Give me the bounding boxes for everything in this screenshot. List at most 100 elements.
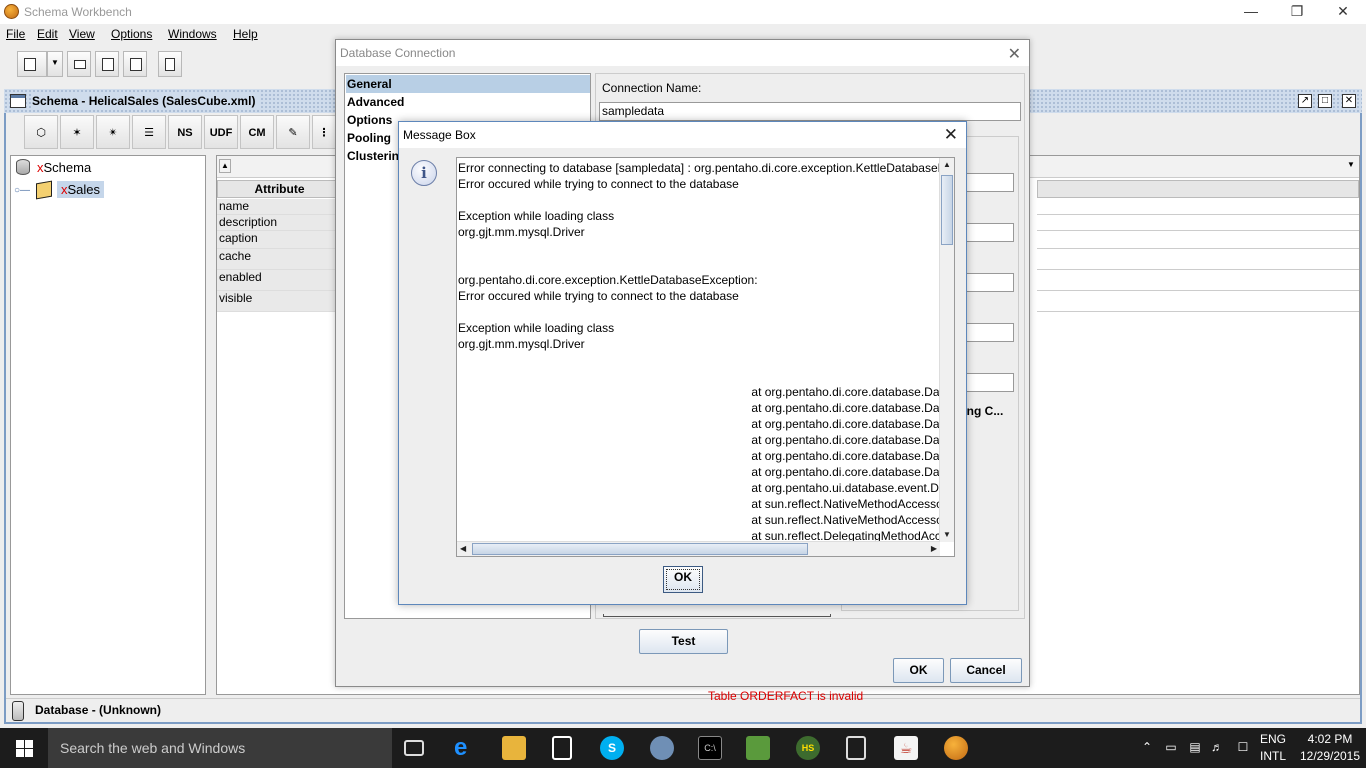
scroll-right-arrow-icon[interactable]: ▶ — [931, 544, 937, 554]
database-dialog-close-icon[interactable]: ✕ — [1008, 44, 1021, 64]
menu-view[interactable]: View — [69, 27, 95, 41]
app-title: Schema Workbench — [24, 5, 132, 19]
hs-app-icon[interactable]: HS — [796, 736, 820, 760]
message-box-close-icon[interactable]: ✕ — [944, 125, 958, 145]
add-hierarchy-button[interactable]: ☰ — [132, 115, 166, 149]
message-line: Error occured while trying to connect to… — [458, 289, 739, 303]
task-view-icon[interactable] — [404, 740, 424, 756]
attribute-row-caption[interactable]: caption — [217, 231, 342, 249]
input-language[interactable]: ENG — [1260, 732, 1286, 746]
taskbar-search-box[interactable]: Search the web and Windows — [48, 728, 392, 768]
horizontal-scrollbar[interactable]: ◀ ▶ — [457, 541, 940, 556]
message-line: org.gjt.mm.mysql.Driver — [458, 337, 585, 351]
message-line: Error occured while trying to connect to… — [458, 177, 739, 191]
dialog-cancel-button[interactable]: Cancel — [950, 658, 1022, 683]
nav-advanced[interactable]: Advanced — [346, 93, 590, 111]
add-cube-button[interactable]: ⬡ — [24, 115, 58, 149]
network-app-icon[interactable] — [650, 736, 674, 760]
vertical-scrollbar[interactable]: ▲ ▼ — [939, 158, 954, 542]
message-line: at org.pentaho.di.core.database.Database… — [751, 385, 940, 399]
panel-scroll-up-icon[interactable]: ▲ — [219, 159, 231, 173]
panel-dropdown-icon[interactable]: ▼ — [1345, 159, 1357, 173]
edge-browser-icon[interactable]: e — [454, 736, 478, 760]
network-icon[interactable]: ▤ — [1188, 740, 1202, 754]
minimize-button[interactable]: — — [1228, 2, 1274, 22]
scroll-down-arrow-icon[interactable]: ▼ — [943, 530, 951, 540]
command-prompt-icon[interactable]: C:\ — [698, 736, 722, 760]
volume-icon[interactable]: ♬ — [1210, 740, 1224, 754]
message-ok-button[interactable]: OK — [663, 566, 703, 593]
message-text-area[interactable]: Error connecting to database [sampledata… — [456, 157, 955, 557]
file-explorer-icon[interactable] — [502, 736, 526, 760]
show-hidden-icons-icon[interactable]: ⌃ — [1140, 740, 1154, 754]
menu-edit[interactable]: Edit — [37, 27, 58, 41]
tree-expander-icon[interactable]: ○— — [14, 185, 30, 196]
schema-workbench-taskbar-icon[interactable] — [944, 736, 968, 760]
attribute-row-visible[interactable]: visible — [217, 291, 342, 312]
horizontal-scroll-thumb[interactable] — [472, 543, 808, 555]
value-row[interactable] — [1037, 291, 1359, 312]
clock-date[interactable]: 12/29/2015 — [1298, 749, 1362, 763]
nav-general[interactable]: General — [346, 75, 590, 93]
value-column-header — [1037, 180, 1359, 198]
add-udf-button[interactable]: UDF — [204, 115, 238, 149]
schema-frame-title: Schema - HelicalSales (SalesCube.xml) — [32, 94, 260, 108]
add-measure-button[interactable]: ✎ — [276, 115, 310, 149]
attribute-row-cache[interactable]: cache — [217, 249, 342, 270]
attribute-row-name[interactable]: name — [217, 199, 342, 215]
value-row[interactable] — [1037, 270, 1359, 291]
scroll-left-arrow-icon[interactable]: ◀ — [460, 544, 466, 554]
close-button[interactable]: ✕ — [1320, 2, 1366, 22]
value-row[interactable] — [1037, 215, 1359, 231]
message-line — [458, 192, 940, 208]
tree-node-sales[interactable]: xSales — [57, 181, 105, 198]
attribute-column-header: Attribute — [217, 180, 342, 198]
add-dimension-usage-button[interactable]: ✴ — [96, 115, 130, 149]
message-box-title-bar: Message Box ✕ — [399, 122, 966, 148]
start-button[interactable] — [0, 728, 48, 768]
menu-file[interactable]: File — [6, 27, 25, 41]
validation-error-text: Table ORDERFACT is invalid — [708, 689, 864, 703]
scroll-up-arrow-icon[interactable]: ▲ — [943, 160, 951, 170]
restore-button[interactable]: ❐ — [1274, 2, 1320, 22]
menu-help[interactable]: Help — [233, 27, 258, 41]
message-line — [458, 304, 940, 320]
attribute-row-enabled[interactable]: enabled — [217, 270, 342, 291]
frame-iconify-button[interactable]: ↗ — [1298, 94, 1312, 108]
open-folder-button[interactable] — [67, 51, 91, 77]
more-tools-button[interactable]: ⋮ — [312, 115, 336, 149]
spreadsheet-icon[interactable] — [746, 736, 770, 760]
menu-options[interactable]: Options — [111, 27, 152, 41]
frame-close-button[interactable]: ✕ — [1342, 94, 1356, 108]
value-row[interactable] — [1037, 199, 1359, 215]
save-button[interactable] — [95, 51, 119, 77]
value-row[interactable] — [1037, 231, 1359, 249]
value-row[interactable] — [1037, 249, 1359, 270]
test-button[interactable]: Test — [639, 629, 728, 654]
clock-time[interactable]: 4:02 PM — [1298, 732, 1362, 746]
input-layout[interactable]: INTL — [1260, 749, 1286, 763]
message-line — [458, 256, 940, 272]
preferences-button[interactable] — [158, 51, 182, 77]
frame-maximize-button[interactable]: □ — [1318, 94, 1332, 108]
store-icon[interactable] — [552, 736, 572, 760]
notifications-icon[interactable]: ☐ — [1236, 740, 1250, 754]
add-named-set-button[interactable]: NS — [168, 115, 202, 149]
dialog-ok-button[interactable]: OK — [893, 658, 944, 683]
skype-icon[interactable]: S — [600, 736, 624, 760]
add-dimension-button[interactable]: ✶ — [60, 115, 94, 149]
connection-name-field[interactable]: sampledata — [599, 102, 1021, 121]
vertical-scroll-thumb[interactable] — [941, 175, 953, 245]
attribute-row-description[interactable]: description — [217, 215, 342, 231]
app-logo-icon — [4, 4, 19, 19]
calculator-icon[interactable] — [846, 736, 866, 760]
battery-icon[interactable]: ▭ — [1164, 740, 1178, 754]
menu-windows[interactable]: Windows — [168, 27, 217, 41]
java-icon[interactable]: ☕ — [894, 736, 918, 760]
save-as-button[interactable] — [123, 51, 147, 77]
new-file-button[interactable] — [17, 51, 47, 77]
add-calculated-member-button[interactable]: CM — [240, 115, 274, 149]
new-dropdown-arrow[interactable]: ▼ — [47, 51, 63, 77]
tree-node-schema[interactable]: xSchema — [37, 160, 91, 175]
message-line: Error connecting to database [sampledata… — [458, 161, 940, 175]
